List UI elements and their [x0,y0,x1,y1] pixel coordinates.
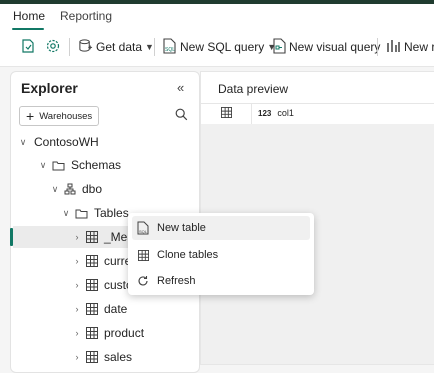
refresh-icon [136,275,150,287]
menu-item-label: Clone tables [157,249,219,261]
table-icon [86,231,98,243]
settings-button[interactable] [45,36,61,58]
chevron-right-icon: › [75,232,79,242]
tab-reporting[interactable]: Reporting [60,9,112,23]
row-selector-header[interactable] [201,104,252,124]
menu-item-new-table[interactable]: SQL New table [132,216,310,240]
ribbon-tabs: Home Reporting [0,4,434,30]
toolbar-divider [154,38,155,56]
table-icon [86,327,98,339]
get-data-label: Get data [96,40,143,54]
table-icon [86,303,98,315]
new-table-icon: SQL [136,221,150,235]
explorer-title: Explorer [21,80,78,96]
tree-node-table[interactable]: › custo [72,274,133,296]
sql-file-icon: SQL [162,37,177,57]
export-button[interactable] [20,36,36,58]
new-report-label: New re [404,40,434,54]
svg-text:SQL: SQL [165,47,175,53]
chevron-right-icon: › [75,304,79,314]
chevron-down-icon: ∨ [39,159,47,170]
folder-icon [52,160,65,171]
tree-node-warehouse[interactable]: ∨ ContosoWH [18,131,99,153]
preview-header-row: 123 col1 [201,103,434,125]
table-icon [86,279,98,291]
data-preview-title: Data preview [218,82,289,96]
toolbar-divider [69,38,70,56]
numeric-type-icon: 123 [258,108,272,118]
table-icon [86,351,98,363]
new-sql-query-label: New SQL query [180,40,265,54]
visual-query-icon [272,37,286,57]
tree-node-schemas[interactable]: ∨ Schemas [38,154,121,176]
svg-text:SQL: SQL [139,229,148,234]
column-header-col1[interactable]: 123 col1 [258,108,294,118]
menu-item-refresh[interactable]: Refresh [132,269,310,293]
new-visual-query-label: New visual query [289,40,381,54]
tree-node-label: Tables [94,206,129,220]
warehouses-button-label: Warehouses [39,110,93,122]
menu-item-clone-tables[interactable]: Clone tables [132,243,310,267]
tree-node-tables[interactable]: ∨ Tables [61,202,129,224]
tree-node-label: date [104,302,128,316]
export-icon [20,38,36,57]
chevron-right-icon: › [75,328,79,338]
collapse-pane-icon[interactable]: « [177,80,184,95]
tab-home[interactable]: Home [13,9,45,23]
tree-node-table[interactable]: › product [72,322,145,344]
table-icon [136,249,150,261]
new-report-button[interactable]: New re [386,36,434,58]
chevron-down-icon: ∨ [19,136,27,147]
folder-icon [75,208,88,219]
tree-node-label: ContosoWH [34,135,99,149]
plus-icon: + [26,108,35,124]
chevron-right-icon: › [75,352,79,362]
new-visual-query-button[interactable]: New visual query [272,36,380,58]
tree-node-dbo[interactable]: ∨ dbo [50,178,102,200]
tree-node-label: product [104,326,145,340]
selected-row-indicator [10,228,13,246]
tree-node-table[interactable]: › date [72,298,128,320]
table-icon [220,107,232,121]
database-icon [78,38,93,56]
chevron-down-icon: ∨ [51,183,59,194]
gear-icon [45,38,61,57]
tree-node-label: dbo [82,182,103,196]
schema-icon [64,183,76,195]
chevron-down-icon: ∨ [62,207,70,218]
column-name: col1 [277,108,294,118]
menu-item-label: New table [157,222,206,234]
context-menu: SQL New table Clone tables Refresh [128,213,314,295]
menu-item-label: Refresh [157,275,196,287]
tree-node-label: sales [104,350,133,364]
chevron-down-icon: ▼ [145,42,154,52]
get-data-button[interactable]: Get data ▼ [78,36,154,58]
tree-node-table[interactable]: › currer [72,250,136,272]
report-icon [386,38,401,57]
table-icon [86,255,98,267]
new-sql-query-button[interactable]: SQL New SQL query ▼ [162,36,276,58]
tree-node-table[interactable]: › sales [72,346,133,368]
add-warehouses-button[interactable]: + Warehouses [19,106,100,126]
chevron-right-icon: › [75,280,79,290]
search-icon[interactable] [175,108,188,124]
ribbon-toolbar: Get data ▼ SQL New SQL query ▼ New visua… [0,30,434,67]
chevron-right-icon: › [75,256,79,266]
toolbar-divider [377,38,378,56]
tree-node-label: Schemas [71,158,122,172]
